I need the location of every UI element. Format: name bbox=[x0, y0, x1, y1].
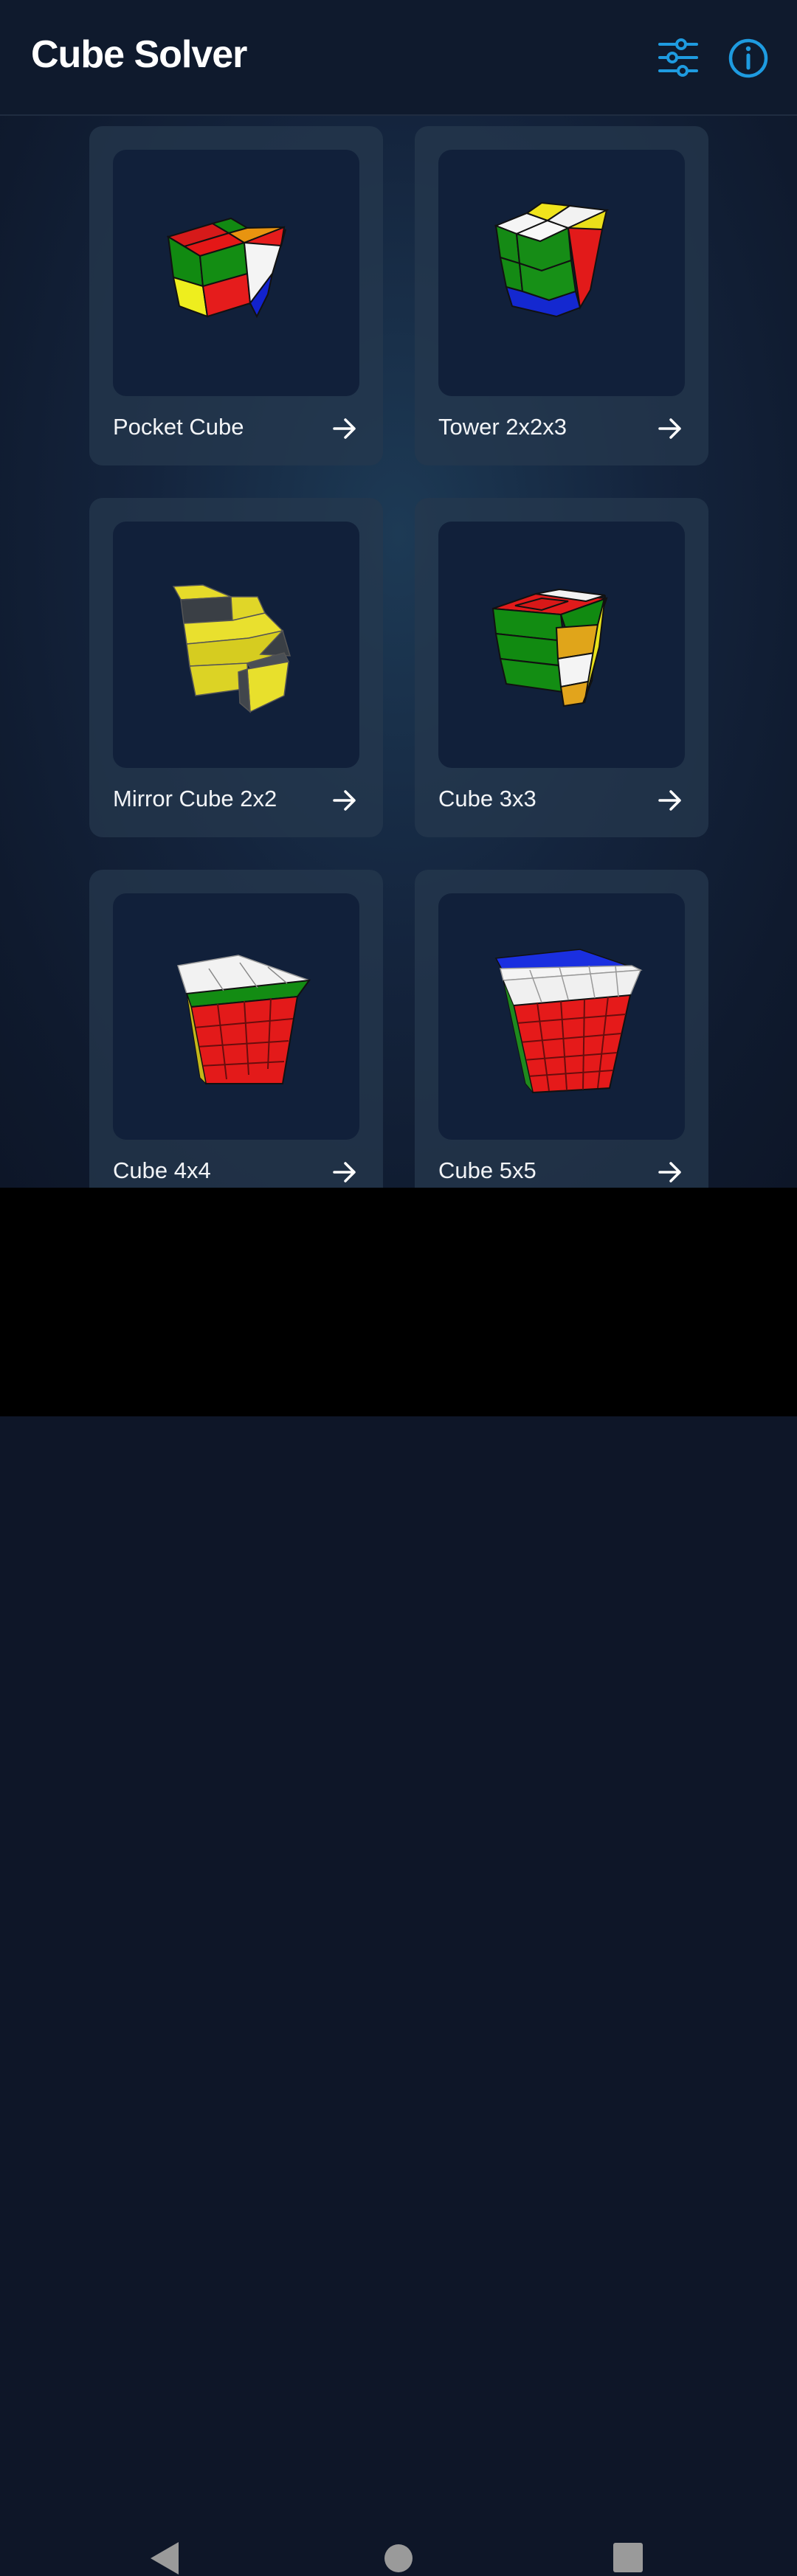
sliders-icon[interactable] bbox=[657, 37, 700, 80]
cube-4x4-image bbox=[177, 955, 311, 1085]
puzzle-thumbnail bbox=[113, 150, 359, 396]
mirror-cube-image bbox=[172, 584, 291, 713]
puzzle-card-cube-4x4[interactable]: Cube 4x4 bbox=[89, 870, 383, 1188]
app-screen: Pocket Cube Tower 2x2x3 Mirror Cube 2x2 … bbox=[0, 0, 797, 1188]
puzzle-card-label: Cube 3x3 bbox=[438, 786, 536, 811]
puzzle-grid: Pocket Cube Tower 2x2x3 Mirror Cube 2x2 … bbox=[0, 0, 797, 1188]
arrow-right-icon[interactable] bbox=[331, 1159, 358, 1185]
pocket-cube-image bbox=[166, 217, 286, 319]
arrow-right-icon[interactable] bbox=[657, 1159, 683, 1185]
puzzle-card-label: Pocket Cube bbox=[113, 414, 244, 440]
puzzle-card-label: Tower 2x2x3 bbox=[438, 414, 567, 440]
system-navigation-bar bbox=[0, 1188, 797, 2575]
info-icon[interactable] bbox=[727, 37, 770, 80]
arrow-right-icon[interactable] bbox=[657, 415, 683, 442]
puzzle-thumbnail bbox=[438, 522, 685, 768]
puzzle-card-cube-5x5[interactable]: Cube 5x5 bbox=[415, 870, 708, 1188]
recents-icon[interactable] bbox=[613, 2542, 644, 2573]
puzzle-thumbnail bbox=[438, 150, 685, 396]
puzzle-thumbnail bbox=[438, 893, 685, 1140]
puzzle-thumbnail bbox=[113, 522, 359, 768]
arrow-right-icon[interactable] bbox=[331, 787, 358, 814]
puzzle-card-label: Cube 5x5 bbox=[438, 1157, 536, 1183]
app-bar: Cube Solver bbox=[0, 0, 797, 116]
puzzle-card-pocket-cube[interactable]: Pocket Cube bbox=[89, 126, 383, 465]
puzzle-card-mirror-cube-2x2[interactable]: Mirror Cube 2x2 bbox=[89, 498, 383, 837]
puzzle-card-label: Cube 4x4 bbox=[113, 1157, 211, 1183]
app-title: Cube Solver bbox=[31, 33, 247, 76]
puzzle-card-cube-3x3[interactable]: Cube 3x3 bbox=[415, 498, 708, 837]
cube-3x3-image bbox=[491, 588, 608, 707]
puzzle-card-tower-2x2x3[interactable]: Tower 2x2x3 bbox=[415, 126, 708, 465]
arrow-right-icon[interactable] bbox=[331, 415, 358, 442]
arrow-right-icon[interactable] bbox=[657, 787, 683, 814]
puzzle-card-label: Mirror Cube 2x2 bbox=[113, 786, 277, 811]
cube-5x5-image bbox=[494, 949, 643, 1094]
home-icon[interactable] bbox=[382, 2542, 415, 2575]
puzzle-thumbnail bbox=[113, 893, 359, 1140]
back-icon[interactable] bbox=[149, 2541, 182, 2576]
tower-cube-image bbox=[494, 201, 610, 318]
